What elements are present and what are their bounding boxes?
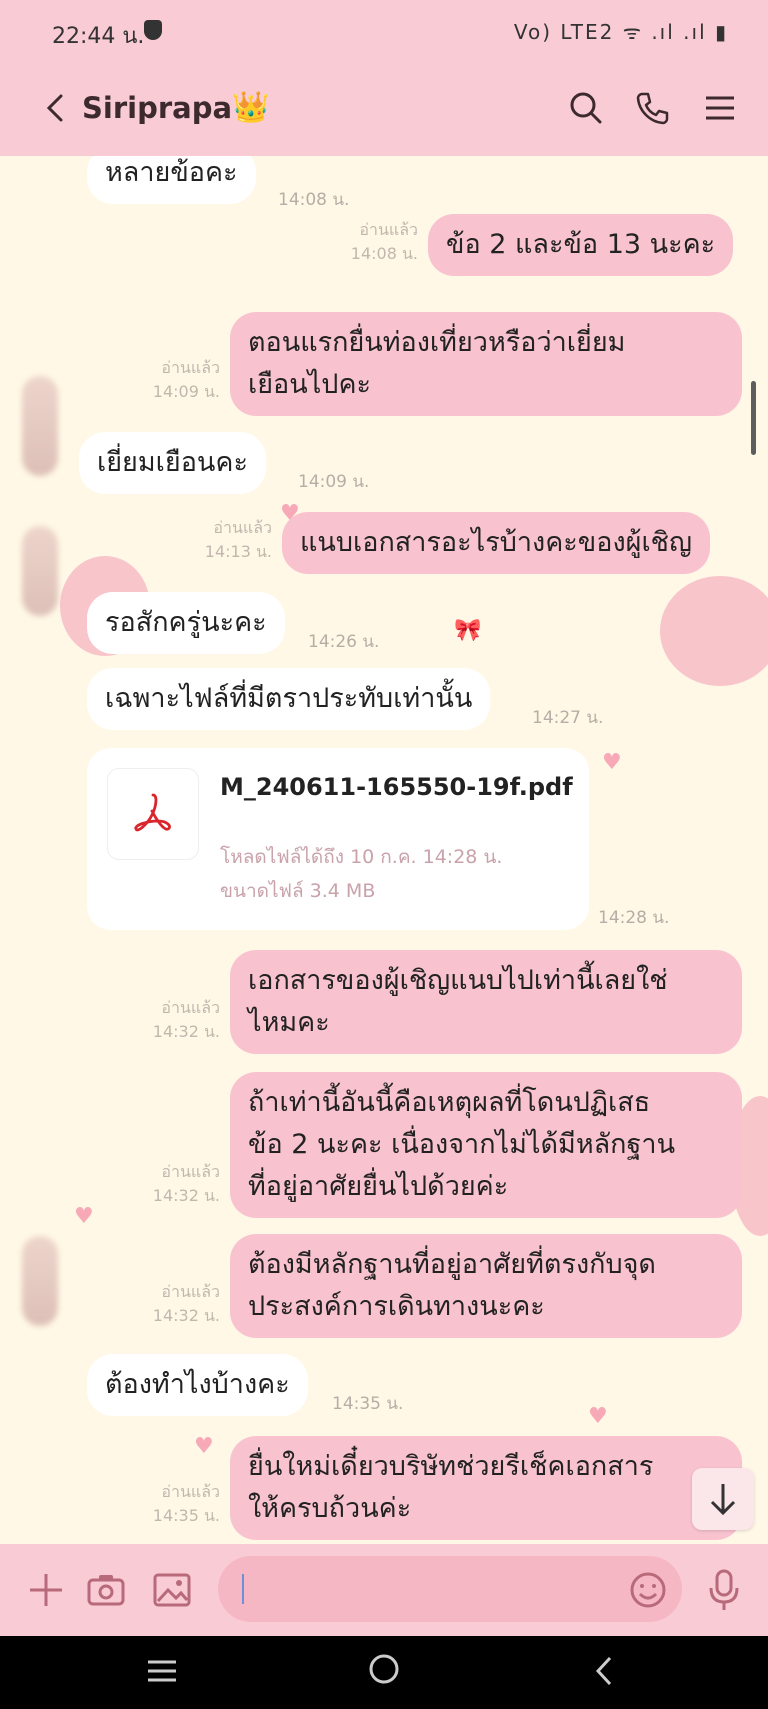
message-line: ให้ครบถ้วนค่ะ [248,1493,412,1524]
message-line: ตอนแรกยื่นท่องเที่ยวหรือว่าเยี่ยม [248,327,626,358]
message-line: ถ้าเท่านี้อันนี้คือเหตุผลที่โดนปฏิเสธ [248,1087,651,1118]
contact-name[interactable]: Siriprapa [82,91,232,125]
incoming-message[interactable]: เฉพาะไฟล์ที่มีตราประทับเท่านั้น [87,668,491,730]
system-nav-bar [0,1636,768,1709]
message-list[interactable]: ♥ ♥ ♥ ♥ ♥ 🎀 หลายข้อคะ 14:08 น. ข้อ 2 และ… [0,156,768,1544]
emoji-icon[interactable] [628,1570,668,1610]
message-line: เอกสารของผู้เชิญแนบไปเท่านี้เลยใช่ [248,965,668,996]
outgoing-message[interactable]: ตอนแรกยื่นท่องเที่ยวหรือว่าเยี่ยม เยือนไ… [230,312,742,416]
read-receipt: อ่านแล้ว 14:09 น. [152,358,220,401]
read-receipt: อ่านแล้ว 14:08 น. [350,220,418,263]
arrow-down-icon [710,1484,736,1516]
read-receipt: อ่านแล้ว 14:13 น. [204,518,272,561]
pdf-thumbnail [107,768,199,860]
message-time: 14:08 น. [278,190,350,210]
message-line: ต้องมีหลักฐานที่อยู่อาศัยที่ตรงกับจุด [248,1249,656,1280]
shield-icon [144,20,162,40]
pdf-icon [134,793,171,832]
camera-icon[interactable] [86,1570,126,1610]
message-time: 14:26 น. [308,632,380,652]
message-time: 14:09 น. [298,472,370,492]
outgoing-message[interactable]: ยื่นใหม่เดี๋ยวบริษัทช่วยรีเช็คเอกสาร ให้… [230,1436,742,1540]
incoming-message[interactable]: หลายข้อคะ [87,156,256,204]
home-icon[interactable] [367,1652,401,1686]
read-receipt: อ่านแล้ว 14:32 น. [152,1162,220,1205]
heart-icon: ♥ [602,750,622,775]
message-line: ประสงค์การเดินทางนะคะ [248,1291,545,1322]
message-time: 14:27 น. [532,708,604,728]
read-receipt: อ่านแล้ว 14:35 น. [152,1482,220,1525]
background-decoration [660,576,768,686]
read-receipt: อ่านแล้ว 14:32 น. [152,1282,220,1325]
read-receipt: อ่านแล้ว 14:32 น. [152,998,220,1041]
heart-icon: ♥ [588,1404,608,1429]
bow-icon: 🎀 [454,618,482,643]
file-download-expiry: โหลดไฟล์ได้ถึง 10 ก.ค. 14:28 น. [220,846,503,868]
text-cursor [242,1574,244,1604]
file-size: ขนาดไฟล์ 3.4 MB [220,880,376,902]
outgoing-message[interactable]: ข้อ 2 และข้อ 13 นะคะ [428,214,734,276]
composer-bar [0,1544,768,1636]
message-line: ไหมคะ [248,1007,330,1038]
incoming-message[interactable]: ต้องทำไงบ้างคะ [87,1354,308,1416]
outgoing-message[interactable]: แนบเอกสารอะไรบ้างคะของผู้เชิญ [282,512,711,574]
microphone-icon[interactable] [704,1568,744,1612]
search-icon[interactable] [566,88,606,128]
avatar[interactable] [22,526,58,616]
message-time: 14:28 น. [598,908,670,928]
outgoing-message[interactable]: เอกสารของผู้เชิญแนบไปเท่านี้เลยใช่ ไหมคะ [230,950,742,1054]
message-time: 14:35 น. [332,1394,404,1414]
message-line: ยื่นใหม่เดี๋ยวบริษัทช่วยรีเช็คเอกสาร [248,1451,654,1482]
menu-icon[interactable] [700,88,740,128]
avatar[interactable] [22,376,58,476]
scroll-to-bottom-button[interactable] [692,1468,754,1530]
signal-battery-icons: Vo) LTE2 ᯤ .ıl .ıl ▮ [513,20,728,44]
back-icon[interactable] [34,86,78,130]
message-input[interactable] [218,1556,682,1622]
message-line: ข้อ 2 นะคะ เนื่องจากไม่ได้มีหลักฐาน [248,1129,676,1160]
scrollbar[interactable] [751,381,756,455]
heart-icon: ♥ [194,1434,214,1459]
image-gallery-icon[interactable] [152,1570,192,1610]
avatar[interactable] [22,1236,58,1326]
incoming-message[interactable]: เยี่ยมเยือนคะ [79,432,266,494]
outgoing-message[interactable]: ถ้าเท่านี้อันนี้คือเหตุผลที่โดนปฏิเสธ ข้… [230,1072,742,1218]
outgoing-message[interactable]: ต้องมีหลักฐานที่อยู่อาศัยที่ตรงกับจุด ปร… [230,1234,742,1338]
status-time: 22:44 น. [52,24,145,49]
plus-icon[interactable] [26,1570,66,1610]
crown-icon: 👑 [232,90,270,125]
nav-back-icon[interactable] [594,1654,614,1688]
chat-header: Siriprapa 👑 [0,64,768,156]
message-line: ที่อยู่อาศัยยื่นไปด้วยค่ะ [248,1171,509,1202]
file-name: M_240611-165550-19f.pdf [220,773,573,801]
phone-icon[interactable] [632,88,672,128]
recent-apps-icon[interactable] [144,1656,180,1686]
message-line: เยือนไปคะ [248,369,372,400]
heart-icon: ♥ [74,1204,94,1229]
file-attachment[interactable]: M_240611-165550-19f.pdf โหลดไฟล์ได้ถึง 1… [87,748,589,930]
incoming-message[interactable]: รอสักครู่นะคะ [87,592,285,654]
status-bar: 22:44 น. Vo) LTE2 ᯤ .ıl .ıl ▮ [0,0,768,64]
